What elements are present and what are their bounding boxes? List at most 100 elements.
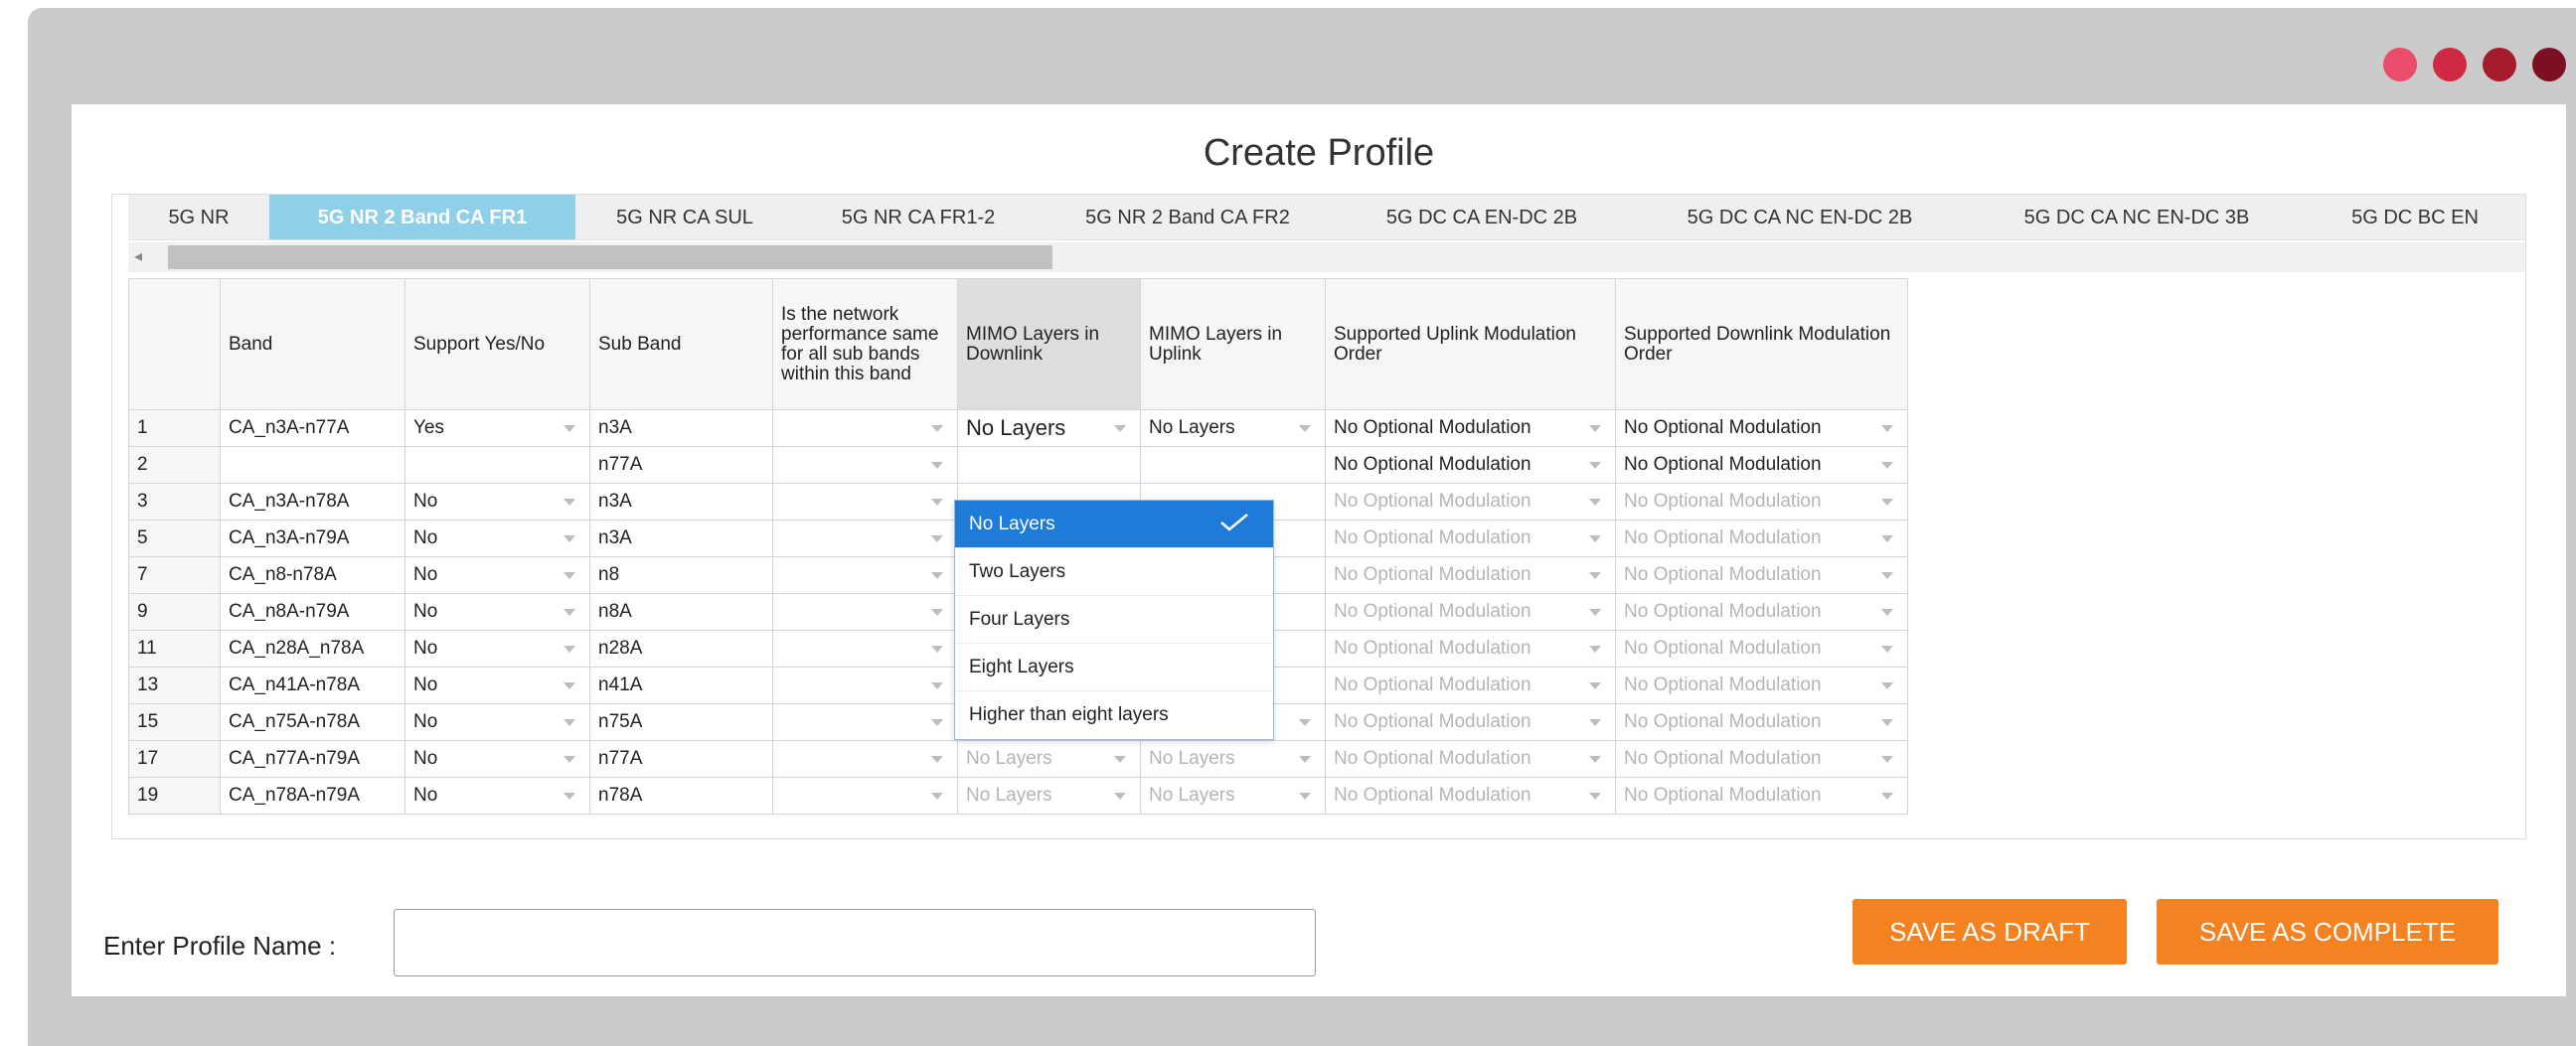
table-row: 1 CA_n3A-n77A Yes n3A No Layers No Layers No O… bbox=[128, 409, 1908, 447]
row-number-cell: 3 bbox=[128, 483, 221, 521]
option-eight-layers[interactable]: Eight Layers bbox=[955, 644, 1273, 691]
network-performance-select[interactable] bbox=[772, 556, 958, 594]
dl-modulation-select[interactable]: No Optional Modulation bbox=[1615, 667, 1908, 704]
tab-5g-dc-ca-en-dc-2b[interactable]: 5G DC CA EN-DC 2B bbox=[1333, 195, 1631, 239]
tab-5g-nr-2-band-ca-fr2[interactable]: 5G NR 2 Band CA FR2 bbox=[1043, 195, 1333, 239]
tab-5g-nr[interactable]: 5G NR bbox=[128, 195, 269, 239]
network-performance-select[interactable] bbox=[772, 740, 958, 778]
option-no-layers[interactable]: No Layers bbox=[955, 501, 1273, 548]
profile-name-label: Enter Profile Name : bbox=[103, 931, 337, 961]
support-select[interactable]: No bbox=[404, 593, 590, 631]
band-cell: CA_n28A_n78A bbox=[220, 630, 405, 668]
support-select[interactable]: Yes bbox=[404, 409, 590, 447]
band-cell: CA_n8A-n79A bbox=[220, 593, 405, 631]
ul-modulation-select[interactable]: No Optional Modulation bbox=[1325, 409, 1616, 447]
create-profile-panel: Create Profile 5G NR 5G NR 2 Band CA FR1… bbox=[72, 104, 2566, 996]
dl-modulation-select[interactable]: No Optional Modulation bbox=[1615, 593, 1908, 631]
dl-modulation-select[interactable]: No Optional Modulation bbox=[1615, 556, 1908, 594]
tab-5g-nr-2-band-ca-fr1[interactable]: 5G NR 2 Band CA FR1 bbox=[269, 195, 575, 239]
dl-modulation-header: Supported Downlink Modulation Order bbox=[1615, 278, 1908, 410]
support-select[interactable]: No bbox=[404, 520, 590, 557]
dl-modulation-select[interactable]: No Optional Modulation bbox=[1615, 703, 1908, 741]
table-row: 2 n77A No Optional Modulation No Optional M… bbox=[128, 446, 1908, 484]
mimo-dl-select[interactable]: No Layers bbox=[957, 409, 1141, 447]
window-dot-3[interactable] bbox=[2483, 48, 2516, 81]
tab-5g-dc-bc-en[interactable]: 5G DC BC EN bbox=[2305, 195, 2525, 239]
network-performance-select[interactable] bbox=[772, 593, 958, 631]
network-performance-select[interactable] bbox=[772, 446, 958, 484]
option-higher-than-eight[interactable]: Higher than eight layers bbox=[955, 691, 1273, 739]
scroll-left-icon[interactable]: ◂ bbox=[134, 246, 142, 266]
tab-5g-nr-ca-sul[interactable]: 5G NR CA SUL bbox=[575, 195, 794, 239]
ul-modulation-select[interactable]: No Optional Modulation bbox=[1325, 593, 1616, 631]
mimo-ul-header: MIMO Layers in Uplink bbox=[1140, 278, 1326, 410]
ul-modulation-select[interactable]: No Optional Modulation bbox=[1325, 667, 1616, 704]
support-select[interactable]: No bbox=[404, 777, 590, 815]
table-row: 17 CA_n77A-n79A No n77A No Layers No Layers No… bbox=[128, 740, 1908, 778]
mimo-ul-select[interactable] bbox=[1140, 446, 1326, 484]
dl-modulation-select[interactable]: No Optional Modulation bbox=[1615, 483, 1908, 521]
network-performance-select[interactable] bbox=[772, 777, 958, 815]
window-dot-2[interactable] bbox=[2433, 48, 2467, 81]
dl-modulation-select[interactable]: No Optional Modulation bbox=[1615, 446, 1908, 484]
scrollbar-thumb[interactable] bbox=[168, 245, 1052, 269]
tab-5g-nr-ca-fr1-2[interactable]: 5G NR CA FR1-2 bbox=[794, 195, 1043, 239]
save-as-draft-button[interactable]: SAVE AS DRAFT bbox=[1852, 899, 2127, 965]
band-cell: CA_n3A-n79A bbox=[220, 520, 405, 557]
mimo-dl-select[interactable] bbox=[957, 446, 1141, 484]
dl-modulation-select[interactable]: No Optional Modulation bbox=[1615, 409, 1908, 447]
ul-modulation-select[interactable]: No Optional Modulation bbox=[1325, 703, 1616, 741]
dl-modulation-select[interactable]: No Optional Modulation bbox=[1615, 630, 1908, 668]
subband-cell: n41A bbox=[589, 667, 773, 704]
mimo-ul-select[interactable]: No Layers bbox=[1140, 740, 1326, 778]
network-performance-select[interactable] bbox=[772, 409, 958, 447]
ul-modulation-select[interactable]: No Optional Modulation bbox=[1325, 777, 1616, 815]
window-controls bbox=[2383, 48, 2566, 81]
tab-5g-dc-ca-nc-en-dc-3b[interactable]: 5G DC CA NC EN-DC 3B bbox=[1969, 195, 2305, 239]
network-performance-select[interactable] bbox=[772, 483, 958, 521]
ul-modulation-select[interactable]: No Optional Modulation bbox=[1325, 483, 1616, 521]
mimo-dl-select[interactable]: No Layers bbox=[957, 740, 1141, 778]
dl-modulation-select[interactable]: No Optional Modulation bbox=[1615, 740, 1908, 778]
ul-modulation-select[interactable]: No Optional Modulation bbox=[1325, 520, 1616, 557]
tab-5g-dc-ca-nc-en-dc-2b[interactable]: 5G DC CA NC EN-DC 2B bbox=[1631, 195, 1969, 239]
network-performance-select[interactable] bbox=[772, 520, 958, 557]
ul-modulation-select[interactable]: No Optional Modulation bbox=[1325, 740, 1616, 778]
band-cell: CA_n77A-n79A bbox=[220, 740, 405, 778]
row-number-cell: 17 bbox=[128, 740, 221, 778]
profile-name-input[interactable] bbox=[394, 909, 1316, 976]
subband-cell: n78A bbox=[589, 777, 773, 815]
network-performance-select[interactable] bbox=[772, 630, 958, 668]
mimo-ul-select[interactable]: No Layers bbox=[1140, 409, 1326, 447]
ul-modulation-select[interactable]: No Optional Modulation bbox=[1325, 630, 1616, 668]
option-four-layers[interactable]: Four Layers bbox=[955, 596, 1273, 644]
support-select[interactable]: No bbox=[404, 556, 590, 594]
subband-cell: n8A bbox=[589, 593, 773, 631]
support-select[interactable]: No bbox=[404, 740, 590, 778]
window-dot-1[interactable] bbox=[2383, 48, 2417, 81]
network-performance-select[interactable] bbox=[772, 667, 958, 704]
option-two-layers[interactable]: Two Layers bbox=[955, 548, 1273, 596]
support-select[interactable]: No bbox=[404, 630, 590, 668]
dl-modulation-select[interactable]: No Optional Modulation bbox=[1615, 520, 1908, 557]
subband-cell: n8 bbox=[589, 556, 773, 594]
dl-modulation-select[interactable]: No Optional Modulation bbox=[1615, 777, 1908, 815]
mimo-ul-select[interactable]: No Layers bbox=[1140, 777, 1326, 815]
mimo-dl-select[interactable]: No Layers bbox=[957, 777, 1141, 815]
subband-header: Sub Band bbox=[589, 278, 773, 410]
support-select[interactable]: No bbox=[404, 667, 590, 704]
network-performance-header: Is the network performance same for all … bbox=[772, 278, 958, 410]
network-performance-select[interactable] bbox=[772, 703, 958, 741]
option-label: No Layers bbox=[969, 514, 1055, 534]
subband-cell: n77A bbox=[589, 740, 773, 778]
support-select[interactable]: No bbox=[404, 703, 590, 741]
band-cell: CA_n3A-n77A bbox=[220, 409, 405, 447]
mimo-layers-dropdown: No Layers Two Layers Four Layers Eight L… bbox=[954, 500, 1274, 740]
support-header: Support Yes/No bbox=[404, 278, 590, 410]
ul-modulation-select[interactable]: No Optional Modulation bbox=[1325, 446, 1616, 484]
ul-modulation-select[interactable]: No Optional Modulation bbox=[1325, 556, 1616, 594]
support-select[interactable]: No bbox=[404, 483, 590, 521]
save-as-complete-button[interactable]: SAVE AS COMPLETE bbox=[2157, 899, 2498, 965]
window-dot-4[interactable] bbox=[2532, 48, 2566, 81]
horizontal-scrollbar[interactable]: ◂ bbox=[128, 242, 2525, 272]
